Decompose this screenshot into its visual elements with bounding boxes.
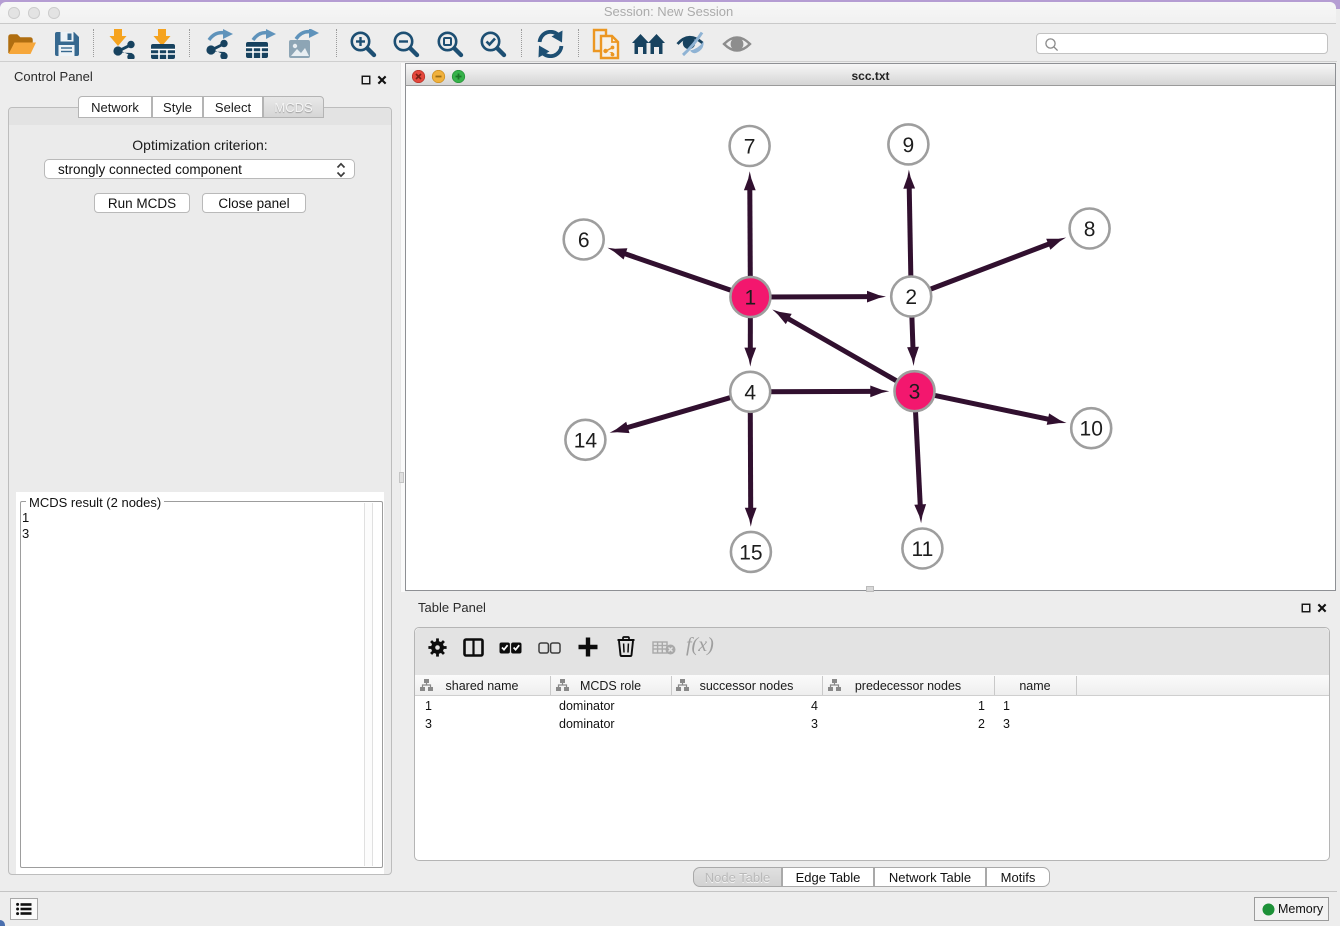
svg-text:15: 15	[739, 541, 762, 564]
svg-text:2: 2	[905, 286, 917, 309]
svg-text:1: 1	[745, 287, 757, 310]
svg-text:8: 8	[1084, 218, 1096, 241]
svg-text:7: 7	[744, 136, 756, 159]
svg-text:9: 9	[903, 134, 915, 157]
svg-text:10: 10	[1080, 418, 1103, 441]
svg-text:6: 6	[578, 229, 590, 252]
svg-text:4: 4	[744, 381, 756, 404]
svg-text:14: 14	[574, 429, 598, 452]
svg-text:11: 11	[911, 538, 933, 561]
svg-text:3: 3	[909, 381, 921, 404]
